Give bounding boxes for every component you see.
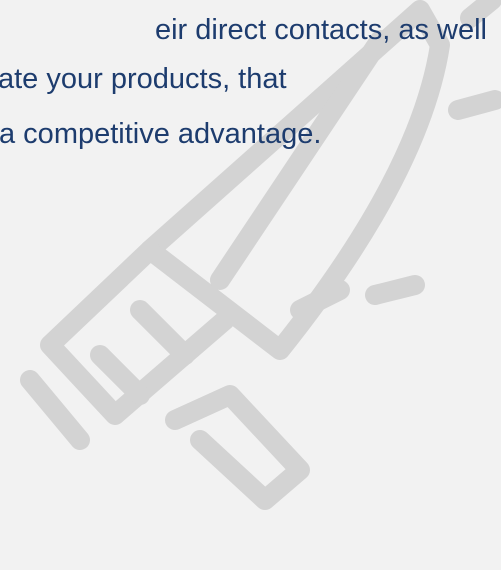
text-line: eir direct contacts, as well [154, 14, 487, 46]
page-canvas: eir direct contacts, as well ate your pr… [0, 0, 501, 570]
text-line: a competitive advantage. [0, 118, 322, 150]
text-line: ate your products, that [0, 63, 287, 95]
body-text: eir direct contacts, as well ate your pr… [0, 0, 501, 570]
